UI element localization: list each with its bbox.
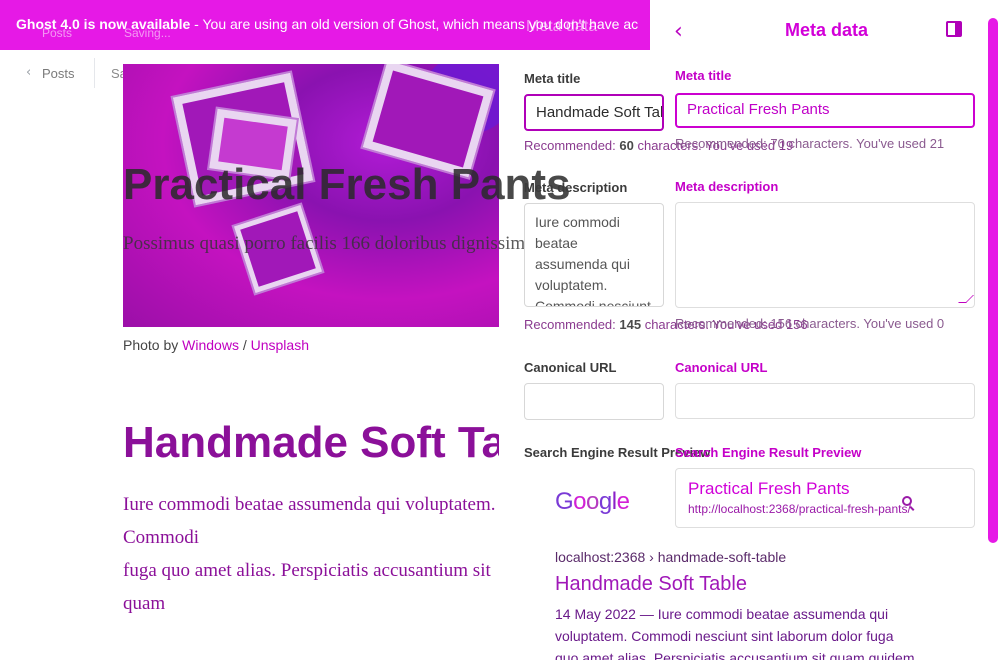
drawer-header: ‹ Meta data: [650, 0, 988, 64]
bg-meta-description-input[interactable]: Iure commodi beatae assumenda qui volupt…: [524, 203, 664, 307]
post-title[interactable]: Handmade Soft Table: [123, 418, 499, 468]
breadcrumb-posts[interactable]: Posts: [42, 66, 75, 81]
post-body[interactable]: Iure commodi beatae assumenda qui volupt…: [123, 488, 499, 620]
caption-source-link[interactable]: Unsplash: [251, 337, 309, 353]
google-logo: Google: [555, 488, 630, 516]
post-body-line: Iure commodi beatae assumenda qui volupt…: [123, 494, 496, 548]
hint-count: 60: [619, 138, 634, 153]
post-body-line: fuga quo amet alias. Perspiciatis accusa…: [123, 560, 491, 614]
nav-divider: [94, 58, 95, 88]
caption-separator: /: [238, 337, 251, 353]
bg-meta-title-label: Meta title: [524, 71, 581, 86]
scrollbar[interactable]: [988, 18, 998, 543]
banner-text: - You are using an old version of Ghost,…: [190, 16, 639, 32]
meta-description-value: [676, 203, 974, 215]
banner-message: Ghost 4.0 is now available - You are usi…: [16, 16, 638, 32]
sidebar-toggle-icon[interactable]: [946, 21, 962, 37]
google-letter: o: [586, 488, 599, 515]
resize-handle-icon[interactable]: [958, 295, 974, 303]
meta-description-hint: Recommended: 156 characters. You've used…: [675, 316, 945, 331]
update-banner[interactable]: Posts Saving... Meta data Ghost 4.0 is n…: [0, 0, 650, 50]
meta-title-input[interactable]: Practical Fresh Pants: [675, 93, 975, 128]
serp-preview-label: Search Engine Result Preview: [675, 445, 862, 460]
bg-meta-description-value: Iure commodi beatae assumenda qui volupt…: [535, 214, 651, 307]
meta-title-hint: Recommended: 70 characters. You've used …: [675, 136, 945, 151]
bg-meta-description-label: Meta description: [524, 180, 628, 195]
canonical-url-input[interactable]: [675, 383, 975, 419]
meta-title-label: Meta title: [675, 68, 732, 83]
bg-meta-title-input[interactable]: Handmade Soft Table: [524, 94, 664, 131]
bg-meta-title-value: Handmade Soft Table: [536, 104, 662, 121]
google-letter: o: [573, 488, 587, 515]
banner-headline[interactable]: Ghost 4.0 is now available: [16, 16, 190, 32]
google-letter: G: [555, 488, 574, 515]
caption-author-link[interactable]: Windows: [182, 337, 239, 353]
bg-canonical-label: Canonical URL: [524, 360, 617, 375]
bg-canonical-input[interactable]: [524, 383, 664, 420]
canonical-url-value: [676, 384, 974, 396]
serp-preview: Practical Fresh Pants http://localhost:2…: [675, 468, 975, 528]
image-caption[interactable]: Photo by Windows / Unsplash: [123, 337, 309, 353]
serp-preview-url: http://localhost:2368/practical-fresh-pa…: [688, 502, 911, 516]
meta-description-input[interactable]: [675, 202, 975, 308]
hint-prefix: Recommended:: [524, 138, 620, 153]
caption-prefix: Photo by: [123, 337, 183, 353]
meta-data-drawer: ‹ Meta data Meta title Practical Fresh P…: [650, 0, 1000, 660]
drawer-title: Meta data: [785, 20, 869, 40]
google-letter: g: [598, 488, 612, 515]
chevron-left-icon[interactable]: ‹: [674, 20, 694, 44]
canonical-url-label: Canonical URL: [675, 360, 768, 375]
meta-description-label: Meta description: [675, 179, 779, 194]
overlay-title: Practical Fresh Pants: [123, 160, 571, 209]
hint-prefix: Recommended:: [524, 317, 620, 332]
google-letter: e: [616, 488, 630, 515]
chevron-left-icon: ‹: [26, 65, 32, 80]
serp-preview-title: Practical Fresh Pants: [688, 479, 850, 498]
meta-title-value: Practical Fresh Pants: [687, 101, 830, 118]
hint-count: 145: [619, 317, 642, 332]
